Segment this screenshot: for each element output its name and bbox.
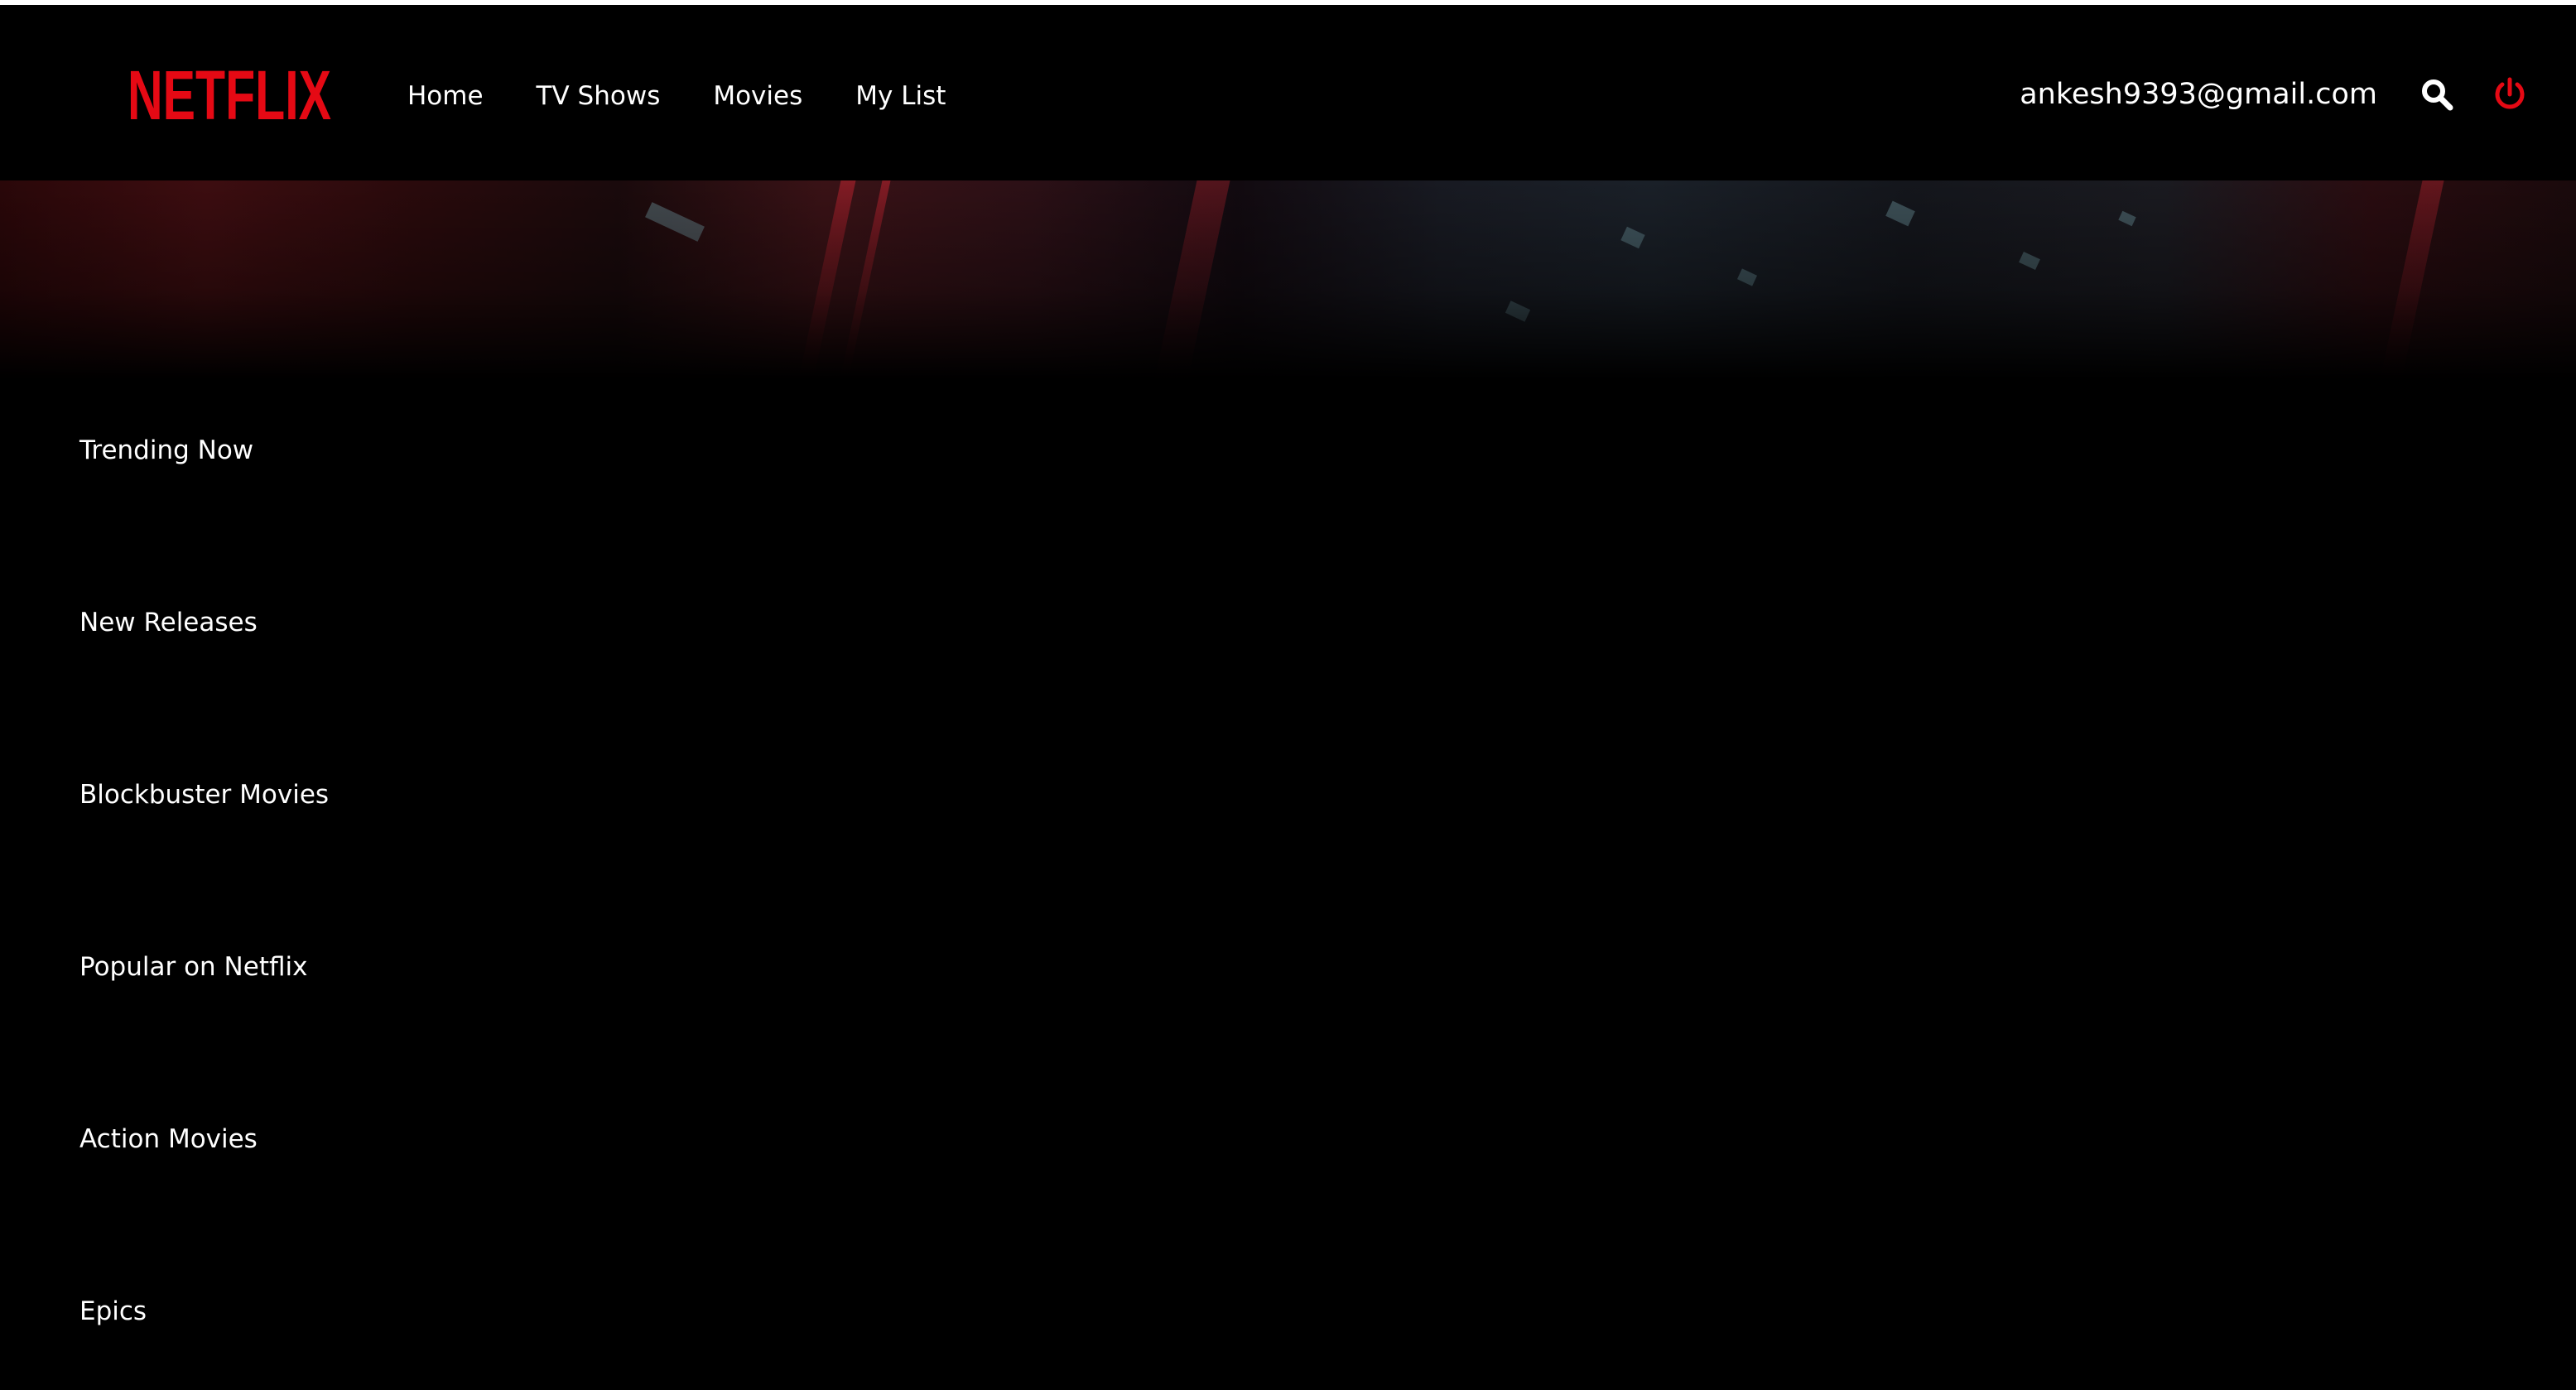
row-title: Popular on Netflix [79,952,308,982]
row-trending-now: Trending Now [79,379,2481,551]
row-new-releases: New Releases [79,551,2481,724]
row-action-movies: Action Movies [79,1068,2481,1240]
row-title: New Releases [79,608,258,637]
power-icon [2495,77,2525,109]
row-epics: Epics [79,1240,2481,1390]
nav-link-my-list[interactable]: My List [855,79,946,113]
search-button[interactable] [2417,75,2457,114]
nav-link-movies[interactable]: Movies [713,79,802,113]
app-frame: NETFLIX Home TV Shows Movies My List ank… [0,0,2576,1390]
hero-banner [0,180,2576,379]
row-title: Epics [79,1296,147,1326]
netflix-logo[interactable]: NETFLIX [128,60,331,127]
row-popular-on-netflix: Popular on Netflix [79,896,2481,1068]
sign-out-button[interactable] [2490,75,2530,114]
row-title: Action Movies [79,1124,258,1154]
search-icon [2422,79,2453,111]
primary-nav: Home TV Shows Movies My List [407,79,999,113]
logo-text: NETFLIX [128,60,331,127]
row-blockbuster-movies: Blockbuster Movies [79,724,2481,896]
user-controls: ankesh9393@gmail.com [2020,75,2530,114]
row-title: Blockbuster Movies [79,780,330,810]
nav-link-home[interactable]: Home [407,79,484,113]
content-rows: Trending Now New Releases Blockbuster Mo… [79,379,2481,1390]
nav-link-tv-shows[interactable]: TV Shows [537,79,661,113]
banner-fade [0,180,2576,379]
user-email: ankesh9393@gmail.com [2020,78,2377,111]
row-title: Trending Now [79,435,254,465]
top-navbar: NETFLIX Home TV Shows Movies My List ank… [0,10,2576,180]
